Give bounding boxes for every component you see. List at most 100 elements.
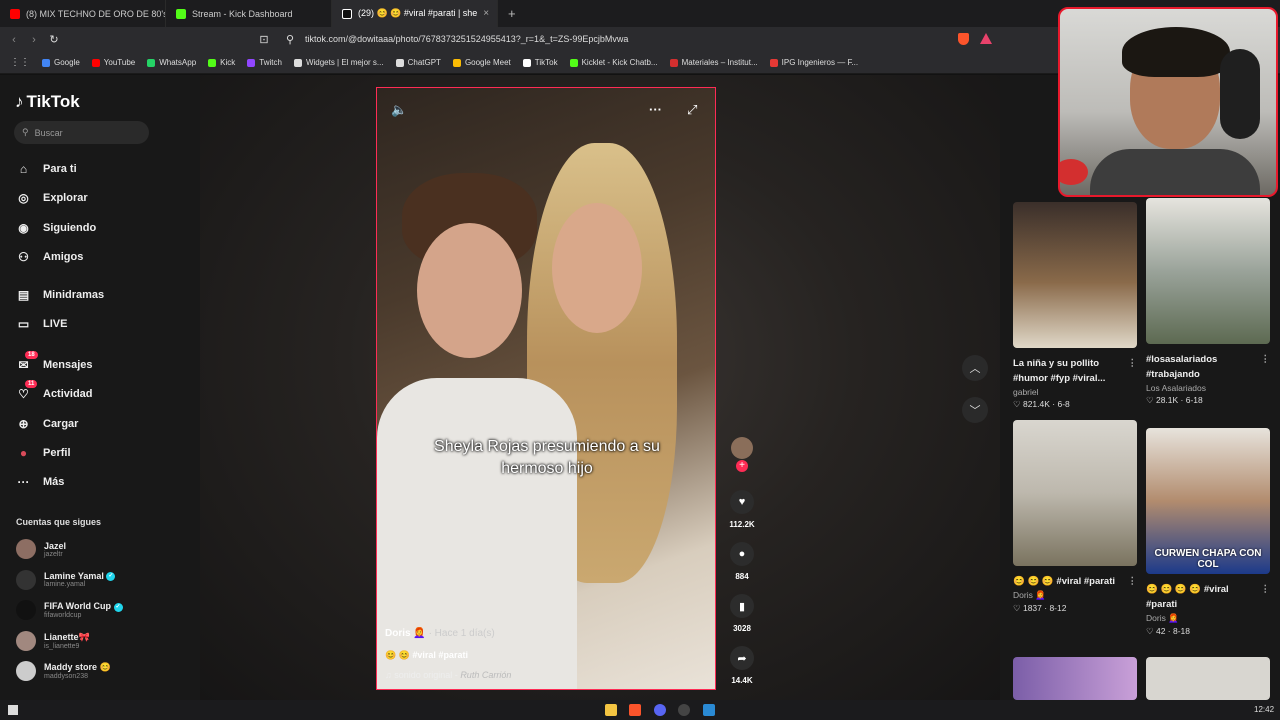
sidebar-item-more[interactable]: ··· Más — [16, 474, 65, 489]
tab-title: Stream - Kick Dashboard — [192, 8, 293, 19]
bookmark-item[interactable]: IPG Ingenieros — F... — [769, 58, 858, 67]
sidebar-item-following[interactable]: ◉ Siguiendo — [16, 220, 96, 235]
bookmark-item[interactable]: Google — [42, 58, 80, 67]
reload-icon[interactable]: ↻ — [44, 33, 64, 46]
recommended-video[interactable]: 😊 😊 😊 #viral #parati ⋮ Doris 👩‍🦰 ♡ 1837 · 8… — [1013, 420, 1137, 614]
brave-shield-icon[interactable] — [958, 33, 969, 45]
browser-tab-active[interactable]: (29) 😊 😊 #viral #parati | she × — [332, 0, 498, 27]
start-icon[interactable] — [8, 705, 18, 715]
back-icon[interactable]: ‹ — [4, 34, 24, 46]
video-author[interactable]: gabriel — [1013, 387, 1137, 397]
video-thumbnail[interactable] — [1146, 198, 1270, 344]
following-account[interactable]: FIFA World Cup ✓ fifaworldcup — [16, 600, 186, 620]
bookmark-item[interactable]: Materiales – Institut... — [669, 58, 758, 67]
share-button[interactable]: ➦ 14.4K — [727, 646, 757, 685]
previous-video-button[interactable]: ︿ — [962, 355, 988, 381]
kebab-menu-icon[interactable]: ⋮ — [1128, 356, 1138, 371]
mute-icon[interactable]: 🔈 — [391, 102, 407, 118]
site-info-icon[interactable]: ⚲ — [280, 33, 300, 46]
explorer-icon[interactable] — [605, 704, 617, 716]
kebab-menu-icon[interactable]: ⋮ — [1261, 352, 1271, 367]
vscode-icon[interactable] — [703, 704, 715, 716]
video-hashtags[interactable]: 😊 😊 #viral #parati — [385, 650, 468, 661]
bookmark-item[interactable]: YouTube — [91, 58, 135, 67]
bookmark-item[interactable]: Widgets | El mejor s... — [293, 58, 384, 67]
avatar — [16, 600, 36, 620]
bookmark-item[interactable]: TikTok — [522, 58, 558, 67]
follow-button[interactable]: + — [736, 460, 748, 472]
sidebar-item-film[interactable]: ▤ Minidramas — [16, 287, 104, 302]
thumb-partial[interactable] — [1146, 657, 1270, 700]
bookmark-icon: ▮ — [730, 594, 754, 618]
following-account[interactable]: Jazel jazeltr — [16, 539, 186, 559]
browser-tab[interactable]: Stream - Kick Dashboard — [166, 0, 332, 27]
bookmark-icon[interactable]: ⊡ — [254, 33, 274, 46]
video-author[interactable]: Doris 👩‍🦰 — [1013, 590, 1137, 601]
kebab-menu-icon[interactable]: ⋮ — [1261, 582, 1271, 597]
sidebar-item-profile[interactable]: ● Perfil — [16, 445, 71, 460]
video-author[interactable]: Los Asalariados — [1146, 383, 1270, 393]
more-icon: ··· — [17, 474, 30, 489]
save-button[interactable]: ▮ 3028 — [727, 594, 757, 633]
bookmark-item[interactable]: Kicklet - Kick Chatb... — [569, 58, 658, 67]
video-thumbnail[interactable] — [1013, 202, 1137, 348]
video-title[interactable]: La niña y su pollito #humor #fyp #viral.… — [1013, 356, 1137, 386]
apps-icon[interactable]: ⋮⋮ — [10, 57, 30, 68]
video-player[interactable]: 🔈 ··· ⤢ Sheyla Rojas presumiendo a su he… — [376, 87, 716, 690]
sidebar-item-home[interactable]: ⌂ Para ti — [16, 161, 77, 176]
video-title[interactable]: #losasalariados #trabajando ⋮ — [1146, 352, 1270, 382]
video-title[interactable]: 😊 😊 😊 #viral #parati ⋮ — [1013, 574, 1137, 589]
forward-icon[interactable]: › — [24, 34, 44, 46]
kebab-menu-icon[interactable]: ⋮ — [1128, 574, 1138, 589]
sidebar-item-message[interactable]: ✉ 18 Mensajes — [16, 351, 93, 372]
sidebar-item-live[interactable]: ▭ LIVE — [16, 316, 68, 331]
notification-badge: 18 — [25, 351, 38, 359]
obs-icon[interactable] — [678, 704, 690, 716]
bookmark-item[interactable]: ChatGPT — [395, 58, 441, 67]
sidebar-item-upload[interactable]: ⊕ Cargar — [16, 416, 78, 431]
bookmark-favicon-icon — [147, 58, 156, 67]
new-tab-button[interactable]: + — [498, 6, 526, 21]
video-author[interactable]: Doris 👩‍🦰 · Hace 1 día(s) — [385, 628, 495, 639]
close-tab-icon[interactable]: × — [483, 8, 489, 19]
following-account[interactable]: Lianette🎀 is_lianette9 — [16, 630, 186, 651]
like-button[interactable]: ♥ 112.2K — [727, 490, 757, 529]
bookmark-item[interactable]: Google Meet — [452, 58, 511, 67]
recommended-video[interactable]: CURWEN CHAPA CON COL 😊 😊 😊 😊 #viral #para… — [1146, 428, 1270, 637]
thumb-partial[interactable] — [1013, 657, 1137, 700]
video-title[interactable]: 😊 😊 😊 😊 #viral #parati ⋮ — [1146, 582, 1270, 612]
bookmark-item[interactable]: WhatsApp — [147, 58, 196, 67]
rewards-icon[interactable] — [980, 33, 992, 44]
account-handle: fifaworldcup — [44, 611, 82, 619]
browser-tab[interactable]: (8) MIX TECHNO DE ORO DE 80's & — [0, 0, 166, 27]
sidebar-item-compass[interactable]: ◎ Explorar — [16, 190, 87, 205]
comment-button[interactable]: ● 884 — [727, 542, 757, 581]
sidebar-item-friends[interactable]: ⚇ Amigos — [16, 249, 83, 264]
fullscreen-icon[interactable]: ⤢ — [687, 102, 697, 118]
brave-icon[interactable] — [629, 704, 641, 716]
account-text: FIFA World Cup ✓ fifaworldcup — [44, 601, 123, 619]
discord-icon[interactable] — [654, 704, 666, 716]
video-thumbnail[interactable]: CURWEN CHAPA CON COL — [1146, 428, 1270, 574]
bookmark-item[interactable]: Twitch — [247, 58, 282, 67]
tiktok-logo[interactable]: ♪ TikTok — [15, 92, 80, 112]
video-sound[interactable]: ♫ sonido original - Ruth Carrión — [385, 670, 511, 680]
next-video-button[interactable]: ﹀ — [962, 397, 988, 423]
author-avatar[interactable] — [731, 437, 753, 459]
like-count: 112.2K — [729, 520, 755, 529]
share-icon: ➦ — [730, 646, 754, 670]
video-thumbnail[interactable] — [1013, 420, 1137, 566]
following-account[interactable]: Maddy store 😊 maddyson238 — [16, 661, 186, 681]
video-stats: ♡ 28.1K · 6-18 — [1146, 395, 1203, 405]
video-author[interactable]: Doris 👩‍🦰 — [1146, 613, 1270, 624]
sidebar-item-activity[interactable]: ♡ 11 Actividad — [16, 380, 93, 401]
bookmark-favicon-icon — [522, 58, 531, 67]
more-icon[interactable]: ··· — [649, 102, 662, 117]
video-stats: ♡ 42 · 8-18 — [1146, 626, 1191, 636]
recommended-video[interactable]: #losasalariados #trabajando ⋮ Los Asalaria… — [1146, 198, 1270, 406]
bookmark-item[interactable]: Kick — [208, 58, 235, 67]
search-input[interactable]: ⚲ Buscar — [14, 121, 149, 144]
url-field[interactable]: tiktok.com/@dowitaaa/photo/7678373251524… — [305, 34, 628, 44]
following-account[interactable]: Lamine Yamal ✓ lamine.yamal — [16, 569, 186, 590]
recommended-video[interactable]: La niña y su pollito #humor #fyp #viral.… — [1013, 202, 1137, 410]
